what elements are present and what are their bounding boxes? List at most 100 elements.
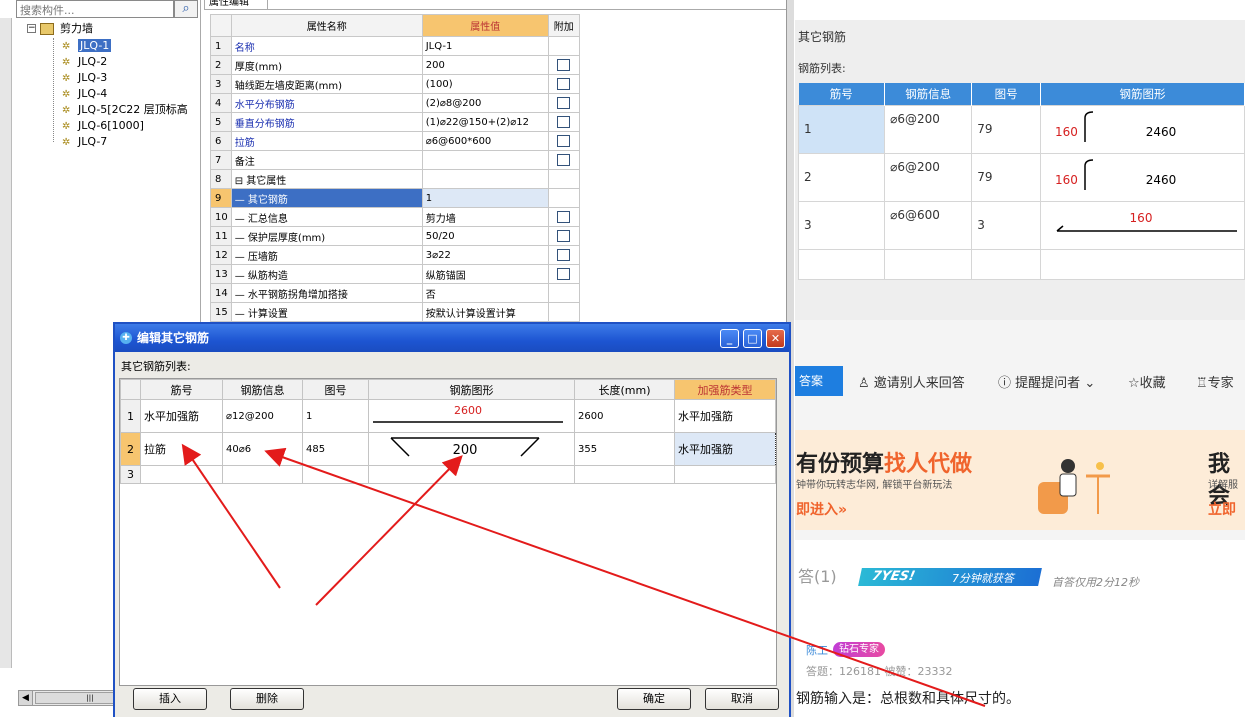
property-name[interactable]: — 纵筋构造 — [230, 264, 423, 284]
rebar-row[interactable]: 3 — [120, 465, 776, 484]
tree-item[interactable]: ✲ JLQ-5[2C22 层顶标高 — [62, 102, 188, 117]
extra-cell[interactable] — [547, 112, 580, 132]
property-value[interactable]: 按默认计算设置计算 — [421, 302, 549, 322]
collect-link[interactable]: ☆收藏 — [1128, 372, 1166, 391]
property-value[interactable]: ⌀6@600*600 — [421, 131, 549, 151]
invite-link[interactable]: ♙ 邀请别人来回答 — [858, 372, 965, 391]
search-icon[interactable]: ⌕ — [174, 0, 198, 18]
extra-cell[interactable] — [547, 207, 580, 227]
property-value[interactable] — [421, 150, 549, 170]
extra-checkbox[interactable] — [557, 154, 571, 166]
minimize-button[interactable]: _ — [720, 329, 739, 348]
answerer-name[interactable]: 陈工 — [806, 642, 828, 658]
property-name[interactable]: 备注 — [230, 150, 423, 170]
tree-item[interactable]: ✲ JLQ-6[1000] — [62, 118, 144, 133]
extra-checkbox[interactable] — [557, 135, 571, 147]
property-name[interactable]: 水平分布钢筋 — [230, 93, 423, 113]
ok-button[interactable]: 确定 — [617, 688, 691, 710]
rebar-shape-cell[interactable]: 2600 — [368, 399, 575, 433]
extra-checkbox[interactable] — [557, 211, 571, 223]
banner-enter-link[interactable]: 即进入» — [796, 499, 847, 519]
reinforcement-type[interactable]: 水平加强筋 — [674, 399, 776, 433]
search-input[interactable]: 搜索构件... — [16, 0, 174, 18]
property-name[interactable]: — 汇总信息 — [230, 207, 423, 227]
extra-cell[interactable] — [547, 245, 580, 265]
property-value[interactable] — [421, 169, 549, 189]
figure-number[interactable]: 485 — [302, 432, 369, 466]
rebar-length[interactable]: 355 — [574, 432, 675, 466]
rebar-length[interactable]: 2600 — [574, 399, 675, 433]
figure-number[interactable] — [302, 465, 369, 484]
extra-cell[interactable] — [547, 131, 580, 151]
extra-checkbox[interactable] — [557, 78, 571, 90]
figure-number[interactable]: 1 — [302, 399, 369, 433]
extra-checkbox[interactable] — [557, 116, 571, 128]
dialog-titlebar[interactable]: 编辑其它钢筋 — [115, 324, 789, 352]
property-value[interactable]: 1 — [421, 188, 549, 208]
property-name[interactable]: ⊟ 其它属性 — [230, 169, 423, 189]
extra-cell[interactable] — [547, 264, 580, 284]
property-name[interactable]: — 压墙筋 — [230, 245, 423, 265]
property-name[interactable]: — 其它钢筋 — [230, 188, 423, 208]
delete-button[interactable]: 删除 — [230, 688, 304, 710]
property-name[interactable]: 名称 — [230, 36, 423, 56]
rebar-row[interactable]: 1 水平加强筋 ⌀12@200 1 2600 2600 水平加强筋 — [120, 399, 776, 433]
tree-item[interactable]: ✲ JLQ-1 — [62, 38, 112, 53]
property-tab[interactable]: 属性编辑 — [204, 0, 268, 10]
extra-checkbox[interactable] — [557, 97, 571, 109]
property-row[interactable]: 10— 汇总信息 剪力墙 — [210, 207, 580, 227]
banner-right-link[interactable]: 立即 — [1208, 499, 1236, 519]
rebar-length[interactable] — [574, 465, 675, 484]
reinforcement-type[interactable] — [674, 465, 776, 484]
extra-cell[interactable] — [547, 93, 580, 113]
tree-root-label[interactable]: 剪力墙 — [60, 21, 93, 36]
rebar-name[interactable]: 水平加强筋 — [140, 399, 223, 433]
property-row[interactable]: 3 轴线距左墙皮距离(mm) (100) — [210, 74, 580, 94]
rebar-name[interactable]: 拉筋 — [140, 432, 223, 466]
tree-item[interactable]: ✲ JLQ-2 — [62, 54, 107, 69]
property-value[interactable]: 纵筋锚固 — [421, 264, 549, 284]
extra-checkbox[interactable] — [557, 59, 571, 71]
collapse-icon[interactable]: − — [27, 24, 36, 33]
property-name[interactable]: 厚度(mm) — [230, 55, 423, 75]
property-value[interactable]: (1)⌀22@150+(2)⌀12 — [421, 112, 549, 132]
property-value[interactable]: 50/20 — [421, 226, 549, 246]
property-name[interactable]: 垂直分布钢筋 — [230, 112, 423, 132]
property-row[interactable]: 7 备注 — [210, 150, 580, 170]
property-row[interactable]: 8 ⊟ 其它属性 — [210, 169, 580, 189]
rebar-info[interactable] — [222, 465, 303, 484]
property-row[interactable]: 4 水平分布钢筋 (2)⌀8@200 — [210, 93, 580, 113]
rebar-shape-cell[interactable] — [368, 465, 575, 484]
expert-link[interactable]: ♖专家 — [1196, 372, 1234, 391]
property-name[interactable]: 拉筋 — [230, 131, 423, 151]
property-row[interactable]: 6 拉筋 ⌀6@600*600 — [210, 131, 580, 151]
extra-cell[interactable] — [547, 226, 580, 246]
rebar-row[interactable]: 2 拉筋 40⌀6 485 200 355 水平加强筋 — [120, 432, 776, 466]
property-row[interactable]: 1 名称 JLQ-1 — [210, 36, 580, 56]
insert-button[interactable]: 插入 — [133, 688, 207, 710]
rebar-shape-cell[interactable]: 200 — [368, 432, 575, 466]
reinforcement-type[interactable]: 水平加强筋 — [674, 432, 776, 466]
property-value[interactable]: JLQ-1 — [421, 36, 549, 56]
property-row[interactable]: 12— 压墙筋 3⌀22 — [210, 245, 580, 265]
cancel-button[interactable]: 取消 — [705, 688, 779, 710]
maximize-button[interactable]: □ — [743, 329, 762, 348]
extra-checkbox[interactable] — [557, 268, 571, 280]
rebar-info[interactable]: 40⌀6 — [222, 432, 303, 466]
property-value[interactable]: 剪力墙 — [421, 207, 549, 227]
property-row[interactable]: 5 垂直分布钢筋 (1)⌀22@150+(2)⌀12 — [210, 112, 580, 132]
tree-item[interactable]: ✲ JLQ-3 — [62, 70, 107, 85]
answer-button[interactable]: 答案 — [795, 366, 843, 396]
rebar-info[interactable]: ⌀12@200 — [222, 399, 303, 433]
property-row[interactable]: 11— 保护层厚度(mm) 50/20 — [210, 226, 580, 246]
remind-link[interactable]: ⓘ 提醒提问者 ⌄ — [998, 372, 1095, 391]
property-row[interactable]: 13— 纵筋构造 纵筋锚固 — [210, 264, 580, 284]
property-name[interactable]: — 保护层厚度(mm) — [230, 226, 423, 246]
scroll-left-icon[interactable]: ◀ — [19, 691, 33, 705]
property-value[interactable]: (100) — [421, 74, 549, 94]
extra-cell[interactable] — [547, 74, 580, 94]
tree-item[interactable]: ✲ JLQ-4 — [62, 86, 107, 101]
property-value[interactable]: 否 — [421, 283, 549, 303]
property-value[interactable]: (2)⌀8@200 — [421, 93, 549, 113]
tree-item[interactable]: ✲ JLQ-7 — [62, 134, 107, 149]
